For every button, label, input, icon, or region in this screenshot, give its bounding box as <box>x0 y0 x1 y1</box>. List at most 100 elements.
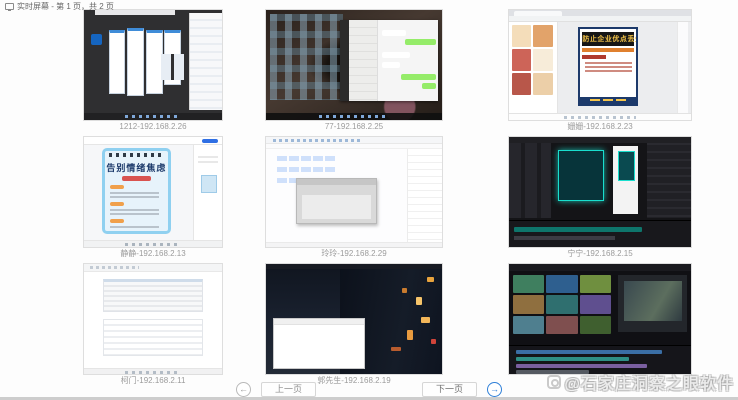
mock-white-panel <box>613 146 638 214</box>
screen-cell: 77-192.168.2.25 <box>246 10 492 137</box>
screen-cell: 告别情绪焦虑 静静-192.168.2.13 <box>0 137 246 264</box>
screen-thumbnail-jingjing[interactable]: 告别情绪焦虑 <box>84 137 222 247</box>
mock-template-panel <box>509 22 558 113</box>
note-text-line <box>110 213 159 215</box>
chat-bubble <box>382 30 406 36</box>
note-text-line <box>110 196 159 198</box>
screen-label: 77-192.168.2.25 <box>325 123 383 131</box>
screens-grid: 1212-192.168.2.26 <box>0 10 738 391</box>
mock-media-panel <box>509 143 551 218</box>
poster-subtitle-band <box>582 48 634 52</box>
screen-thumbnail-9[interactable] <box>509 264 691 374</box>
mock-lantern-light <box>431 339 436 344</box>
pagination-bar: ← 上一页 下一页 → <box>0 381 738 397</box>
chat-bubble <box>382 62 400 68</box>
note-section-chip <box>110 185 124 189</box>
poster-red-chip <box>582 55 606 59</box>
screen-cell: 玲玲-192.168.2.29 <box>246 137 492 264</box>
screen-cell: 防止企业优点丢失 姗姗-192.168.2.23 <box>492 10 738 137</box>
screen-cell: 柯门-192.168.2.11 <box>0 264 246 391</box>
mock-panel <box>109 30 126 94</box>
chat-bubble <box>382 52 410 58</box>
mock-window-light <box>402 288 407 293</box>
mock-media-tile <box>580 275 612 293</box>
prev-page-button[interactable]: 上一页 <box>261 382 316 397</box>
poster-text-line <box>585 62 632 64</box>
mock-taskbar <box>266 113 442 120</box>
mock-taskbar <box>509 113 691 120</box>
note-section-chip <box>110 202 124 206</box>
mock-toolbar <box>84 264 222 272</box>
mock-template-card <box>512 25 531 47</box>
arrow-left-icon: ← <box>239 384 248 394</box>
mock-media-tile <box>546 295 578 313</box>
screen-label: 宁宁-192.168.2.15 <box>567 250 632 258</box>
mock-app-logo <box>91 34 102 45</box>
note-text-line <box>110 209 159 211</box>
screen-cell: 1212-192.168.2.26 <box>0 10 246 137</box>
chat-bubble-green <box>401 74 436 80</box>
mock-right-panel <box>677 22 688 113</box>
mock-teal-preview <box>558 150 604 201</box>
screen-thumbnail-ningning[interactable] <box>509 137 691 247</box>
screen-label: 玲玲-192.168.2.29 <box>321 250 386 258</box>
mock-media-tile <box>546 316 578 334</box>
mock-table <box>103 279 202 312</box>
mock-titlebar <box>509 264 691 271</box>
monitor-icon <box>5 3 14 10</box>
mock-settings-panel <box>647 143 691 218</box>
mock-window-light <box>427 277 434 282</box>
mock-timeline <box>509 345 691 374</box>
mock-chat-list <box>349 20 379 101</box>
poster-text-line <box>585 70 632 72</box>
screen-thumbnail-kemen[interactable] <box>84 264 222 374</box>
mock-card-row <box>161 54 187 80</box>
mock-table <box>103 319 202 356</box>
mock-template-card <box>512 73 531 95</box>
prev-page-arrow-button[interactable]: ← <box>236 382 251 397</box>
screen-thumbnail-1212[interactable] <box>84 10 222 120</box>
mock-template-card <box>533 49 552 71</box>
mock-toolbar <box>266 137 442 144</box>
screen-cell: 郭先生-192.168.2.19 <box>246 264 492 391</box>
mock-white-window <box>273 318 365 369</box>
mock-timeline <box>509 220 691 248</box>
mock-media-tile <box>546 275 578 293</box>
mock-media-tile <box>580 316 612 334</box>
mock-media-tile <box>513 295 545 313</box>
mock-properties-panel <box>193 145 222 240</box>
screen-thumbnail-77[interactable] <box>266 10 442 120</box>
mock-taskbar <box>84 368 222 374</box>
mock-media-grid <box>513 275 615 337</box>
mock-toolbar <box>84 137 222 145</box>
next-page-arrow-button[interactable]: → <box>487 382 502 397</box>
poster-title: 防止企业优点丢失 <box>582 32 634 46</box>
screen-thumbnail-shanshan[interactable]: 防止企业优点丢失 <box>509 10 691 120</box>
mock-panel <box>146 30 163 94</box>
screen-cell <box>492 264 738 391</box>
poster-footer-band <box>580 97 636 104</box>
mock-dialog-window <box>296 178 377 224</box>
mock-media-tile <box>513 275 545 293</box>
mock-template-card <box>533 25 552 47</box>
page-title: 实时屏幕 - 第 1 页，共 2 页 <box>17 1 114 12</box>
chat-bubble-green <box>422 83 436 89</box>
screen-label: 1212-192.168.2.26 <box>119 123 186 131</box>
mock-template-card <box>533 73 552 95</box>
mock-window-light <box>421 317 430 323</box>
mock-note-card: 告别情绪焦虑 <box>102 148 171 234</box>
mock-chat-nav <box>340 20 349 101</box>
next-page-button[interactable]: 下一页 <box>422 382 477 397</box>
screen-label: 静静-192.168.2.13 <box>120 250 185 258</box>
mock-window-light <box>407 330 413 340</box>
screen-thumbnail-guoxiansheng[interactable] <box>266 264 442 374</box>
mock-media-tile <box>580 295 612 313</box>
note-title: 告别情绪焦虑 <box>106 161 166 174</box>
note-section-chip <box>110 219 124 223</box>
titlebar: 实时屏幕 - 第 1 页，共 2 页 <box>0 0 114 12</box>
mock-track <box>516 370 589 374</box>
screen-thumbnail-lingling[interactable] <box>266 137 442 247</box>
mock-track <box>516 350 662 354</box>
mock-chat-area <box>378 20 438 101</box>
mock-track <box>516 364 647 368</box>
